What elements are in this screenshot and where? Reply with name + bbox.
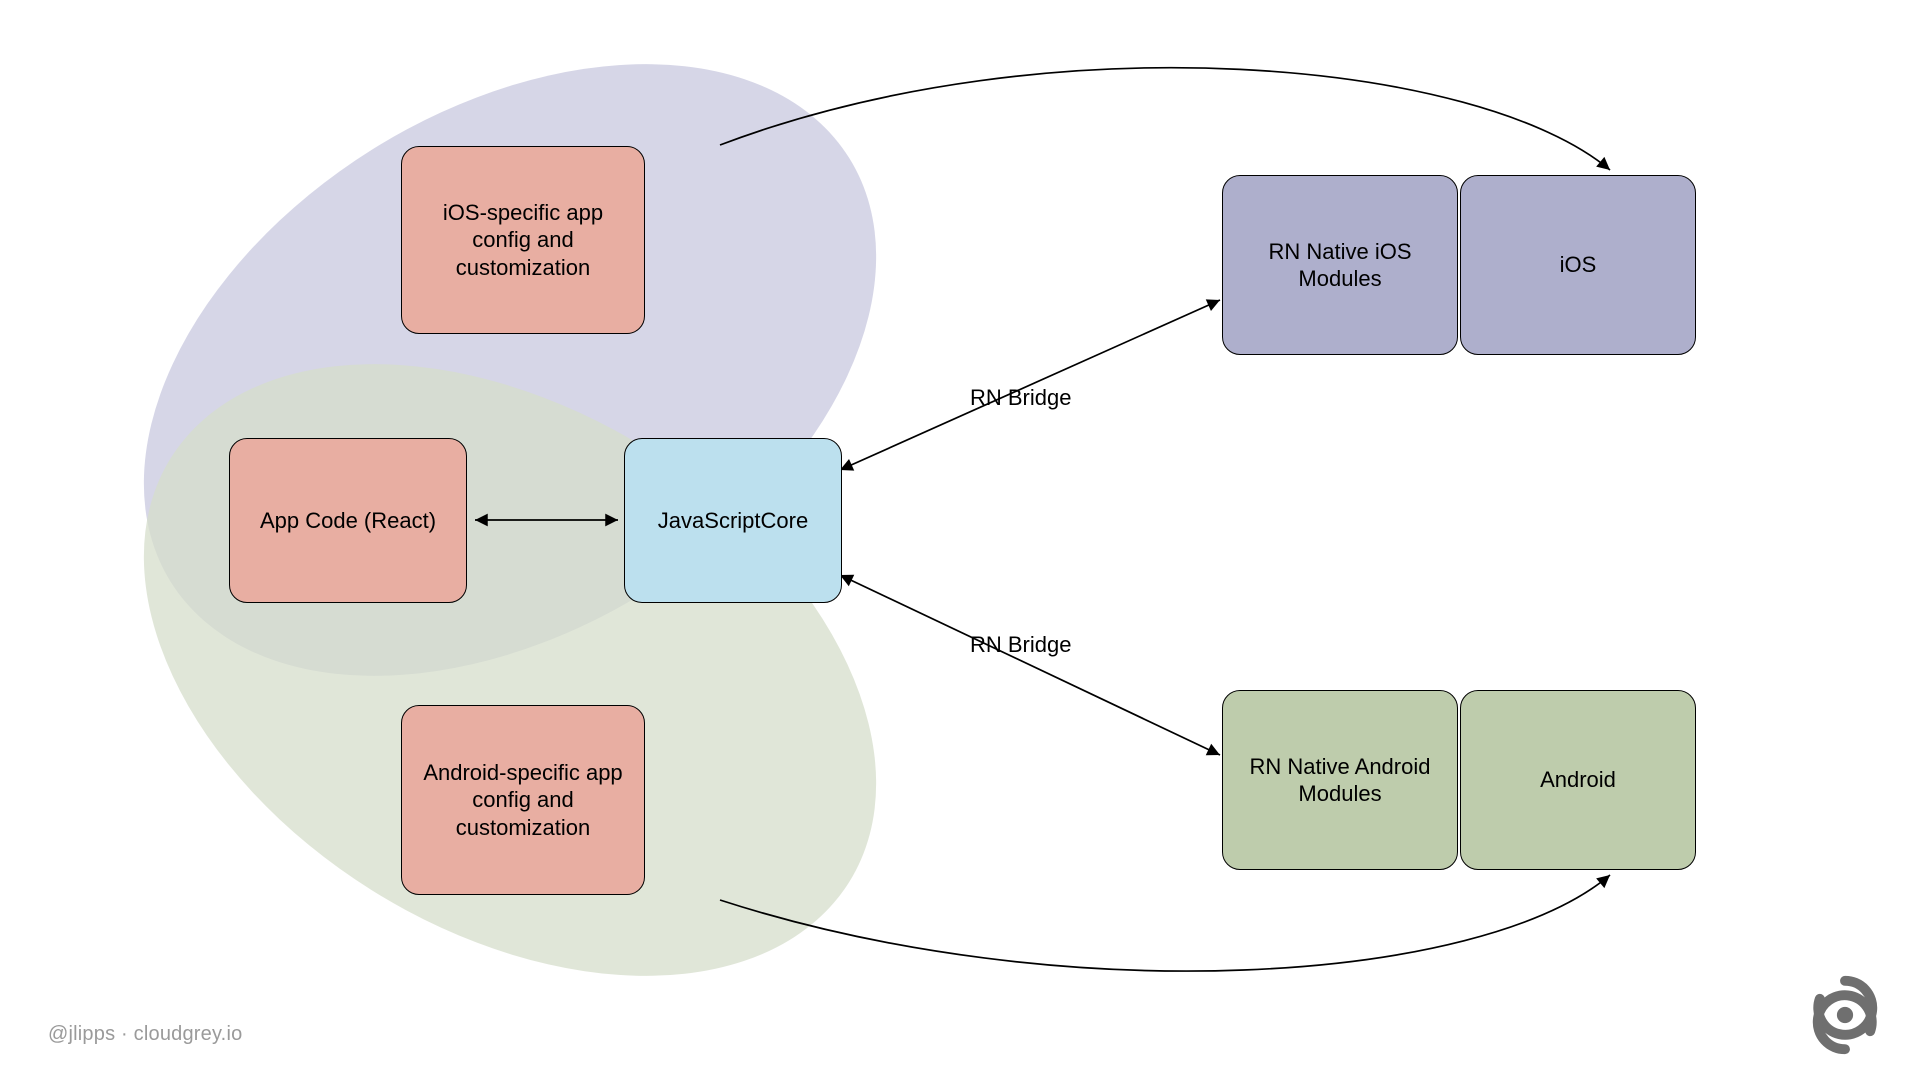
- node-rn-android-modules: RN Native Android Modules: [1222, 690, 1458, 870]
- cloudgrey-logo-icon: [1800, 970, 1890, 1060]
- edge-label-bridge-top: RN Bridge: [970, 385, 1071, 411]
- footer-credit: @jlipps · cloudgrey.io: [48, 1023, 242, 1046]
- node-android-config: Android-specific app config and customiz…: [401, 705, 645, 895]
- node-ios-config: iOS-specific app config and customizatio…: [401, 146, 645, 334]
- node-jscore: JavaScriptCore: [624, 438, 842, 603]
- node-android-label: Android: [1540, 766, 1616, 794]
- node-android: Android: [1460, 690, 1696, 870]
- edge-label-bridge-bottom: RN Bridge: [970, 632, 1071, 658]
- node-jscore-label: JavaScriptCore: [658, 507, 808, 535]
- edge-android-ellipse-to-android: [720, 875, 1610, 971]
- edge-jscore-android-modules: [840, 575, 1220, 755]
- node-rn-ios-modules-label: RN Native iOS Modules: [1237, 238, 1443, 293]
- node-ios-config-label: iOS-specific app config and customizatio…: [416, 199, 630, 282]
- android-build-ellipse: [33, 238, 987, 1080]
- node-ios-label: iOS: [1560, 251, 1597, 279]
- diagram-stage: iOS-specific app config and customizatio…: [0, 0, 1920, 1080]
- ios-build-ellipse: [33, 0, 987, 802]
- node-android-config-label: Android-specific app config and customiz…: [416, 759, 630, 842]
- node-app-code: App Code (React): [229, 438, 467, 603]
- node-ios: iOS: [1460, 175, 1696, 355]
- node-rn-android-modules-label: RN Native Android Modules: [1237, 753, 1443, 808]
- edge-ios-ellipse-to-ios: [720, 68, 1610, 170]
- node-app-code-label: App Code (React): [260, 507, 436, 535]
- node-rn-ios-modules: RN Native iOS Modules: [1222, 175, 1458, 355]
